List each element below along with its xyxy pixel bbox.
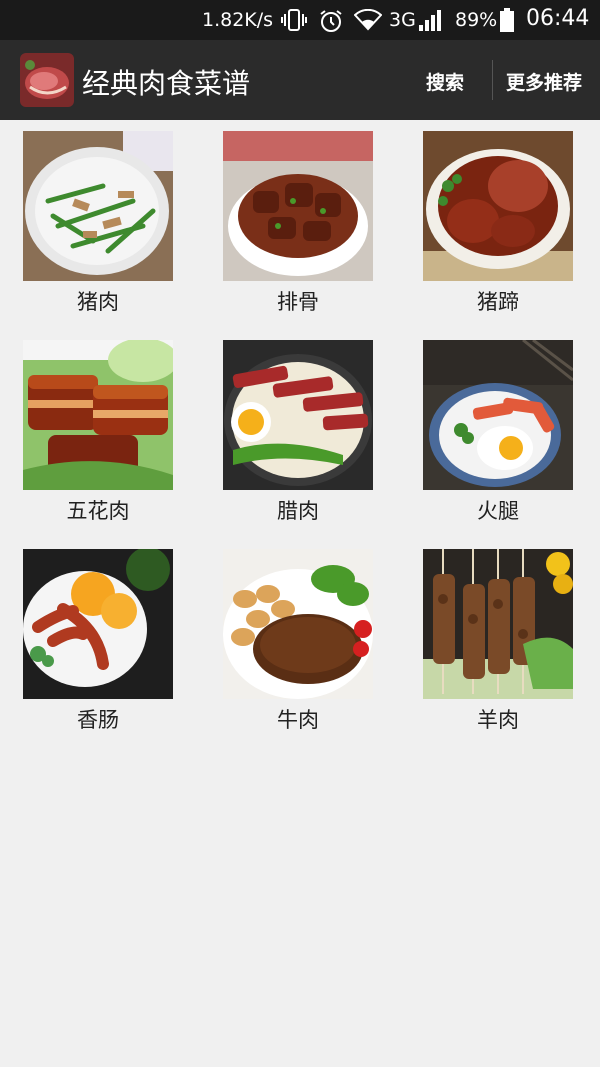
category-label: 香肠 — [77, 708, 119, 732]
category-image — [223, 131, 373, 281]
category-item-sausage[interactable]: 香肠 — [23, 549, 173, 739]
alarm-icon — [318, 8, 344, 34]
category-item-ham[interactable]: 火腿 — [423, 340, 573, 530]
app-logo — [20, 53, 74, 107]
category-item-trotters[interactable]: 猪蹄 — [423, 131, 573, 321]
wifi-icon — [353, 8, 383, 31]
category-label: 腊肉 — [277, 499, 319, 523]
category-label: 猪肉 — [77, 290, 119, 314]
category-label: 五花肉 — [66, 499, 130, 523]
category-image — [423, 131, 573, 281]
battery-percent: 89% — [455, 9, 498, 31]
category-item-cured-meat[interactable]: 腊肉 — [223, 340, 373, 530]
category-image — [23, 340, 173, 490]
status-bar: 1.82K/s 3G 89% 06:44 — [0, 0, 600, 40]
vibrate-icon — [280, 8, 308, 32]
signal-icon — [417, 7, 443, 33]
network-type: 3G — [389, 9, 416, 31]
category-item-pork-belly[interactable]: 五花肉 — [23, 340, 173, 530]
category-image — [423, 340, 573, 490]
app-bar-divider — [492, 60, 493, 100]
category-label: 羊肉 — [477, 708, 519, 732]
more-recommendations-button[interactable]: 更多推荐 — [506, 68, 582, 95]
battery-icon — [499, 7, 515, 33]
category-label: 排骨 — [277, 290, 319, 314]
category-item-pork[interactable]: 猪肉 — [23, 131, 173, 321]
category-image — [23, 549, 173, 699]
clock: 06:44 — [526, 6, 590, 31]
search-button[interactable]: 搜索 — [426, 68, 464, 95]
network-speed: 1.82K/s — [202, 9, 274, 31]
category-item-lamb[interactable]: 羊肉 — [423, 549, 573, 739]
category-item-ribs[interactable]: 排骨 — [223, 131, 373, 321]
category-image — [223, 549, 373, 699]
category-image — [23, 131, 173, 281]
app-bar: 经典肉食菜谱 搜索 更多推荐 — [0, 40, 600, 120]
category-image — [223, 340, 373, 490]
category-label: 火腿 — [477, 499, 519, 523]
app-title: 经典肉食菜谱 — [82, 67, 251, 100]
category-label: 猪蹄 — [477, 290, 519, 314]
category-item-beef[interactable]: 牛肉 — [223, 549, 373, 739]
category-label: 牛肉 — [277, 708, 319, 732]
category-image — [423, 549, 573, 699]
